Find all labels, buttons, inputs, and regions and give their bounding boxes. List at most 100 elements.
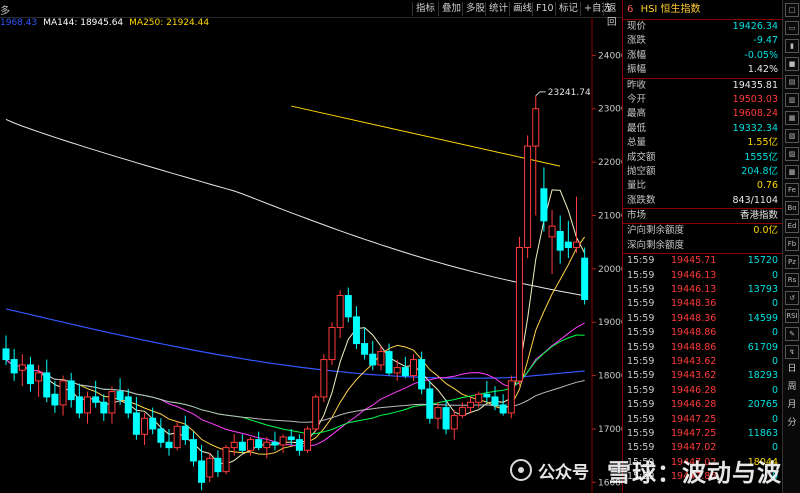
side-tool-icon-16[interactable]: ↺ xyxy=(785,291,799,305)
tick-row: 15:59 19447.25 0 xyxy=(623,413,782,427)
side-tool-icon-1[interactable]: ▭ xyxy=(785,21,799,35)
quote-row-b0: 昨收 19435.81 xyxy=(623,79,782,93)
quote-row-a3-label: 振幅 xyxy=(627,64,647,76)
candle-body xyxy=(532,108,540,147)
tick-volume: 0 xyxy=(771,355,778,367)
side-tool-icon-17[interactable]: RSI xyxy=(785,309,799,323)
quote-row-b4-label: 总量 xyxy=(627,137,647,149)
tick-time: 15:59 xyxy=(627,427,655,439)
candle-body xyxy=(573,241,580,248)
candle xyxy=(124,388,132,419)
side-tool-icon-0[interactable]: □ xyxy=(785,3,799,17)
quote-row-b7: 量比 0.76 xyxy=(623,179,782,193)
candle xyxy=(2,335,10,365)
tick-time: 15:59 xyxy=(627,456,655,468)
candle-body xyxy=(157,428,165,443)
tick-time: 15:59 xyxy=(627,399,655,411)
quote-row-a3-value: 1.42% xyxy=(747,64,778,76)
candle-body xyxy=(67,380,75,401)
candle xyxy=(352,306,360,349)
side-tool-icon-9[interactable]: ▩ xyxy=(785,165,799,179)
tick-price: 19448.36 xyxy=(671,298,717,310)
candlestick-chart[interactable]: 24000 23000 22000 21000 20000 19000 18000 17000… xyxy=(0,18,622,493)
y-tick-label: 18000 xyxy=(598,372,622,382)
toolbar-button-6[interactable]: 标记 xyxy=(555,2,581,16)
candle-body xyxy=(198,460,206,483)
tick-time: 15:59 xyxy=(627,341,655,353)
side-tool-icon-19[interactable]: ↯ xyxy=(785,345,799,359)
quote-row-b8: 涨跌数 843/1104 xyxy=(623,194,782,208)
side-period-2[interactable]: 月 xyxy=(785,399,799,413)
toolbar-button-5[interactable]: F10 xyxy=(532,2,557,16)
candle-body xyxy=(84,396,91,414)
tick-row: 15:59 19448.86 61709 xyxy=(623,341,782,355)
ma5-line xyxy=(5,189,586,465)
candle-body xyxy=(467,401,475,409)
tick-volume: 0 xyxy=(771,471,778,483)
candle xyxy=(43,359,51,403)
side-tool-icon-12[interactable]: Ed xyxy=(785,219,799,233)
candle-body xyxy=(352,316,360,345)
side-tool-icon-11[interactable]: Bo xyxy=(785,201,799,215)
tick-volume: 20765 xyxy=(747,399,778,411)
side-tool-icon-13[interactable]: Fb xyxy=(785,237,799,251)
tick-row: 15:59 19448.36 14599 xyxy=(623,312,782,326)
quote-row-b0-label: 昨收 xyxy=(627,79,647,91)
quote-row-a2: 涨幅 -0.05% xyxy=(623,49,782,63)
candle-body xyxy=(450,415,458,430)
candle-body xyxy=(410,359,417,377)
quote-row-a3: 振幅 1.42% xyxy=(623,63,782,77)
chart-area[interactable]: 多 指标 叠加 多股 统计 画线 F10 标记 +自选 返回 1968.43 MA144: 189… xyxy=(0,0,622,493)
y-tick-label: 19000 xyxy=(598,318,622,328)
quote-row-b6-label: 抛空额 xyxy=(627,165,656,177)
side-tool-icon-5[interactable]: ▥ xyxy=(785,93,799,107)
candle-body xyxy=(92,396,100,403)
quote-row-b0-value: 19435.81 xyxy=(732,79,778,91)
tick-row: 15:59 19446.13 13793 xyxy=(623,283,782,297)
candle-body xyxy=(320,359,328,398)
toolbar-button-3[interactable]: 统计 xyxy=(485,2,511,16)
candle-body xyxy=(548,225,556,238)
side-tool-icon-8[interactable]: ▨ xyxy=(785,147,799,161)
side-tool-icon-14[interactable]: Pz xyxy=(785,255,799,269)
side-tool-icon-18[interactable]: ✎ xyxy=(785,327,799,341)
legend-prefix: 1968.43 xyxy=(0,18,38,28)
side-period-1[interactable]: 周 xyxy=(785,381,799,395)
toolbar-button-1[interactable]: 叠加 xyxy=(438,2,464,16)
tick-price: 19447.86 xyxy=(671,471,717,483)
candle-body xyxy=(377,351,385,366)
tick-price: 19446.28 xyxy=(671,399,717,411)
quote-row-a0: 现价 19426.34 xyxy=(623,20,782,34)
candle xyxy=(10,348,18,381)
side-tool-icon-2[interactable]: ▮ xyxy=(785,39,799,53)
toolbar-button-8[interactable]: 返回 xyxy=(603,2,622,28)
candle xyxy=(344,287,352,323)
toolbar-button-0[interactable]: 指标 xyxy=(412,2,438,16)
quote-row-a0-label: 现价 xyxy=(627,21,647,32)
candle-body xyxy=(515,246,523,382)
candle xyxy=(59,375,67,416)
tick-volume: 18044 xyxy=(747,456,778,468)
side-tool-icon-6[interactable]: ▦ xyxy=(785,111,799,125)
candle xyxy=(108,386,116,424)
side-tool-icon-7[interactable]: ▧ xyxy=(785,129,799,143)
candle-body xyxy=(214,457,222,473)
tick-row: 15:59 19445.71 15720 xyxy=(623,254,782,268)
ma250-line xyxy=(291,105,561,167)
quote-header[interactable]: 6 HSI 恒生指数 xyxy=(623,0,782,20)
high-marker xyxy=(535,91,546,97)
side-tool-icon-4[interactable]: ▤ xyxy=(785,75,799,89)
candle-body xyxy=(393,367,401,374)
quote-row-b5-label: 成交额 xyxy=(627,151,656,163)
side-period-0[interactable]: 日 xyxy=(785,363,799,377)
tick-time: 15:59 xyxy=(627,355,655,367)
y-tick-label: 22000 xyxy=(598,158,622,168)
tick-list[interactable]: 15:59 19445.71 15720 15:59 19446.13 0 15:59 194… xyxy=(623,254,782,484)
quote-row-b7-value: 0.76 xyxy=(756,180,778,192)
period-tab[interactable]: 多 xyxy=(0,2,10,17)
candle-body xyxy=(255,439,263,449)
side-tool-icon-10[interactable]: Fe xyxy=(785,183,799,197)
side-period-3[interactable]: 分 xyxy=(785,417,799,431)
side-tool-icon-3[interactable]: ■ xyxy=(785,57,799,71)
side-tool-icon-15[interactable]: Rs xyxy=(785,273,799,287)
